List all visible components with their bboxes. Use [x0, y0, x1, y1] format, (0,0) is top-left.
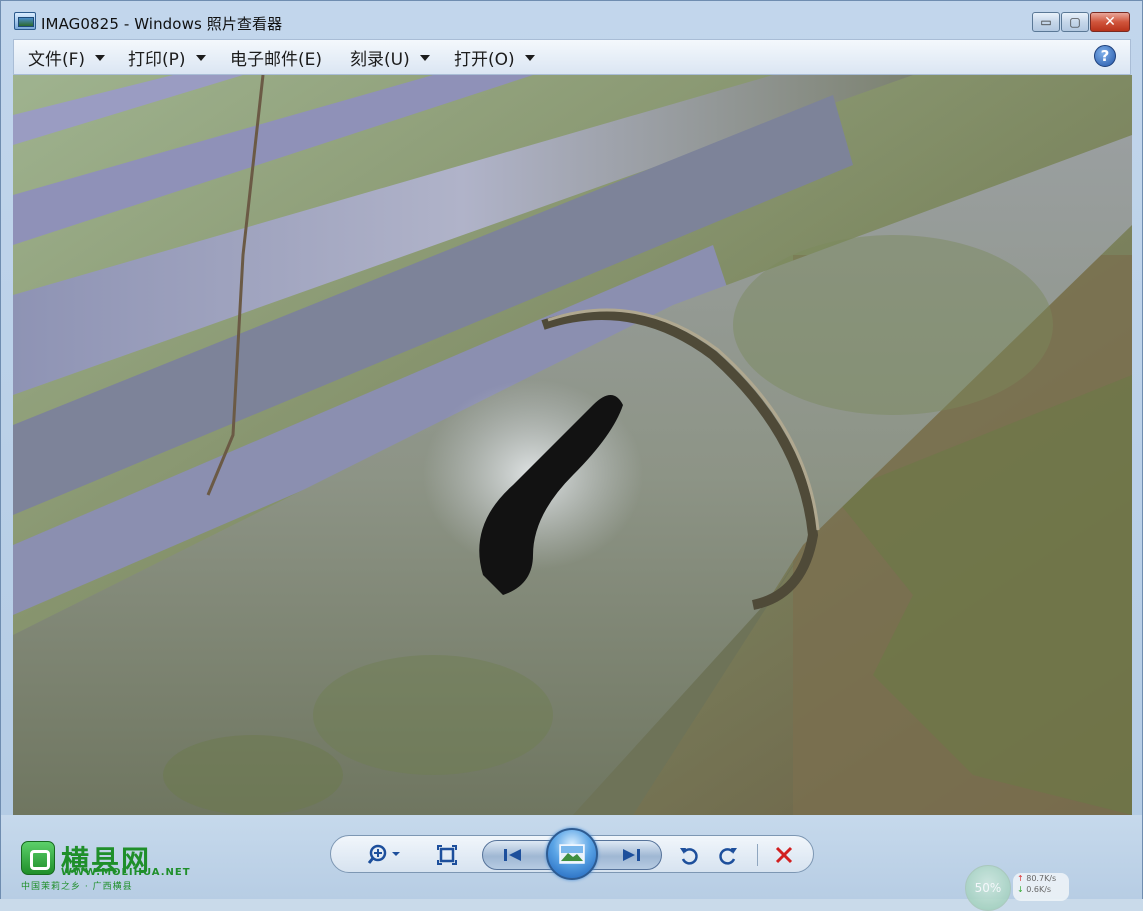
- slideshow-icon: [559, 844, 585, 864]
- toolbar-divider: [757, 844, 758, 866]
- photo-display[interactable]: [13, 75, 1132, 815]
- window-controls: ▭ ▢ ✕: [1031, 12, 1130, 32]
- menu-email[interactable]: 电子邮件(E): [230, 46, 323, 70]
- zoom-in-icon: [367, 844, 400, 864]
- zoom-button[interactable]: [365, 840, 405, 870]
- close-icon: ✕: [1104, 14, 1116, 30]
- network-monitor-widget[interactable]: 50% ↑ 80.7K/s ↓ 0.6K/s: [965, 865, 1071, 911]
- minimize-icon: ▭: [1040, 15, 1052, 29]
- watermark-slogan: 中国茉莉之乡 · 广西横县: [21, 882, 133, 892]
- delete-button[interactable]: [769, 840, 799, 870]
- chevron-down-icon: [419, 55, 430, 61]
- upload-rate: 80.7K/s: [1026, 874, 1057, 883]
- menu-email-label: 电子邮件(E): [230, 49, 323, 70]
- rotate-counterclockwise-icon: [680, 848, 698, 865]
- menu-burn-label: 刻录(U): [350, 49, 410, 70]
- next-icon: [623, 849, 640, 861]
- rotate-left-button[interactable]: [674, 840, 704, 870]
- transfer-rates: ↑ 80.7K/s ↓ 0.6K/s: [1013, 873, 1069, 901]
- menu-print-label: 打印(P): [128, 49, 186, 70]
- next-button[interactable]: [616, 840, 646, 870]
- download-rate: 0.6K/s: [1026, 885, 1052, 894]
- previous-icon: [504, 849, 521, 861]
- caterpillar-on-bamboo-photo: [13, 75, 1132, 815]
- chevron-down-icon: [524, 55, 535, 61]
- rotate-clockwise-icon: [719, 848, 737, 865]
- menu-open-label: 打开(O): [454, 49, 515, 70]
- upload-arrow-icon: ↑: [1017, 874, 1027, 883]
- maximize-icon: ▢: [1069, 15, 1081, 29]
- menu-burn[interactable]: 刻录(U): [350, 46, 430, 70]
- previous-button[interactable]: [498, 840, 528, 870]
- menu-print[interactable]: 打印(P): [128, 46, 206, 70]
- chevron-down-icon: [195, 55, 206, 61]
- title-bar[interactable]: IMAG0825 - Windows 照片查看器 ▭ ▢ ✕: [1, 1, 1142, 39]
- photo-viewer-app-icon[interactable]: [14, 12, 36, 30]
- help-icon[interactable]: ?: [1094, 45, 1116, 67]
- menu-open[interactable]: 打开(O): [454, 46, 535, 70]
- logo-mark-icon: [21, 841, 55, 875]
- rotate-right-button[interactable]: [713, 840, 743, 870]
- watermark-url: WWW.MOLIHUA.NET: [61, 867, 191, 878]
- window-title: IMAG0825 - Windows 照片查看器: [41, 15, 283, 33]
- photo-viewer-window: IMAG0825 - Windows 照片查看器 ▭ ▢ ✕ 文件(F) 打印(…: [0, 0, 1143, 911]
- close-button[interactable]: ✕: [1090, 12, 1130, 32]
- chevron-down-icon: [95, 55, 106, 61]
- menu-bar: 文件(F) 打印(P) 电子邮件(E) 刻录(U) 打开(O) ?: [13, 39, 1131, 75]
- menu-file-label: 文件(F): [28, 49, 86, 70]
- site-watermark-logo: 横县网 WWW.MOLIHUA.NET 中国茉莉之乡 · 广西横县: [19, 839, 190, 893]
- download-arrow-icon: ↓: [1017, 885, 1027, 894]
- actual-size-button[interactable]: [432, 840, 462, 870]
- maximize-button[interactable]: ▢: [1061, 12, 1089, 32]
- delete-icon: [775, 846, 793, 864]
- slideshow-button[interactable]: [546, 828, 598, 880]
- menu-file[interactable]: 文件(F): [28, 46, 106, 70]
- usage-percent: 50%: [965, 865, 1011, 911]
- minimize-button[interactable]: ▭: [1032, 12, 1060, 32]
- fit-window-icon: [437, 845, 457, 865]
